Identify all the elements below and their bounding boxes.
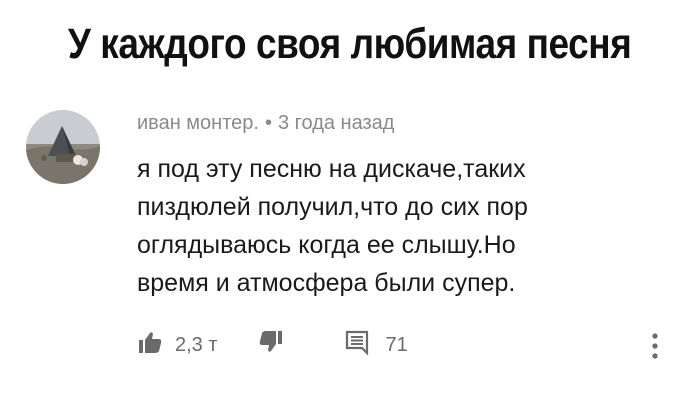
comment-actions: 2,3 т 71 xyxy=(137,330,408,360)
more-vertical-icon[interactable] xyxy=(648,331,662,361)
thumb-up-icon[interactable] xyxy=(137,329,163,361)
like-count: 2,3 т xyxy=(175,333,218,356)
meme-caption: У каждого своя любимая песня xyxy=(0,0,700,88)
meme-caption-text: У каждого своя любимая песня xyxy=(68,19,632,68)
avatar-image xyxy=(26,110,100,184)
comment-line: оглядываюсь когда ее слышу.Но xyxy=(137,231,516,259)
comment-line: я под эту песню на дискаче,таких xyxy=(137,155,526,183)
comment-icon[interactable] xyxy=(344,329,370,361)
comment-text: я под эту песню на дискаче,таких пиздюле… xyxy=(137,150,677,302)
comment-meta: иван монтер. • 3 года назад xyxy=(137,112,394,135)
meta-separator: • xyxy=(264,112,272,134)
reply-count[interactable]: 71 xyxy=(386,334,408,357)
comment-author[interactable]: иван монтер. xyxy=(137,112,259,134)
comment-line: время и атмосфера были супер. xyxy=(137,269,516,297)
avatar[interactable] xyxy=(26,110,100,184)
thumb-down-icon[interactable] xyxy=(258,329,284,361)
comment-time[interactable]: 3 года назад xyxy=(278,112,394,134)
comment-line: пиздюлей получил,что до сих пор xyxy=(137,193,528,221)
